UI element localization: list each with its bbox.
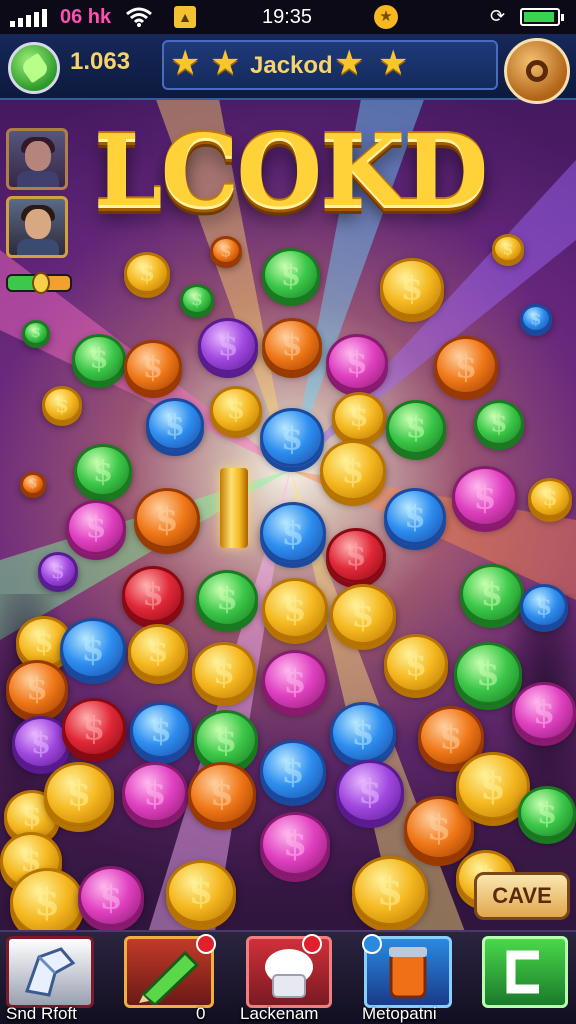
coin-icon: $ (124, 340, 182, 393)
tab-count-pencil: 0 (196, 1004, 206, 1023)
coin-icon: $ (262, 318, 322, 373)
tab-label-chef: Lackenam (240, 1004, 319, 1023)
coin-icon: $ (122, 566, 184, 623)
coin-icon: $ (260, 812, 330, 876)
tab-label-shoe: Snd Rfoft (6, 1004, 77, 1023)
coin-icon: $ (520, 584, 568, 628)
coin-icon: $ (72, 334, 126, 384)
coin-icon: $ (128, 624, 188, 679)
coin-icon: $ (330, 702, 396, 763)
coin-icon: $ (6, 660, 68, 717)
coin-icon: $ (130, 702, 192, 759)
save-button[interactable]: CAVE (474, 872, 570, 920)
coin-icon: $ (520, 304, 552, 333)
wifi-icon (126, 6, 152, 34)
coin-icon: $ (260, 740, 326, 801)
menu-ring-icon[interactable] (504, 38, 570, 104)
coin-icon: $ (134, 488, 200, 549)
top-hud: 1.063 ★ ★ Jackod ★ ★ (0, 34, 576, 104)
exit-icon (506, 950, 539, 994)
level-heart-icon (6, 272, 72, 294)
coin-icon: $ (74, 444, 132, 497)
coin-icon: $ (474, 400, 524, 446)
coin-balance: 1.063 (70, 48, 131, 75)
coin-icon: $ (332, 392, 386, 442)
coin-icon: $ (330, 584, 396, 645)
tab-shoe[interactable] (6, 936, 94, 1008)
coin-icon: $ (352, 856, 428, 926)
coin-icon: $ (326, 528, 386, 583)
coin-icon: $ (384, 488, 446, 545)
signal-icon (10, 9, 47, 27)
coin-icon: $ (460, 564, 524, 623)
coin-icon: $ (78, 866, 144, 927)
notification-badge (302, 934, 322, 954)
player-portrait[interactable] (6, 128, 68, 190)
coin-icon: $ (62, 698, 126, 757)
coin-icon: $ (60, 618, 126, 679)
coin-icon: $ (384, 634, 448, 693)
coin-icon: $ (518, 786, 576, 839)
coin-icon: $ (260, 408, 324, 467)
coin-icon: $ (320, 440, 386, 501)
coin-icon: $ (20, 472, 46, 496)
coin-status-icon: ★ (374, 5, 398, 29)
coin-icon: $ (262, 248, 320, 301)
coin-icon: $ (10, 868, 84, 936)
coin-icon: $ (492, 234, 524, 263)
coin-icon: $ (22, 320, 50, 346)
coin-icon: $ (180, 284, 214, 315)
coin-icon: $ (196, 570, 258, 627)
shoe-icon (24, 947, 76, 997)
tab-label-jar: Metopatni (362, 1004, 437, 1023)
carrier-label: 06 hk (60, 6, 112, 28)
coin-icon: $ (198, 318, 258, 373)
gem-icon[interactable] (8, 42, 60, 94)
jackpot-banner: ★ ★ Jackod ★ ★ (162, 40, 498, 90)
coin-icon: $ (260, 502, 326, 563)
notification-badge (362, 934, 382, 954)
coin-icon: $ (42, 386, 82, 423)
coin-icon: $ (262, 578, 328, 639)
coin-icon: $ (386, 400, 446, 455)
coin-icon: $ (210, 386, 262, 434)
coin-icon: $ (380, 258, 444, 317)
battery-icon (520, 8, 564, 26)
game-stage: 06 hk ▲ 19:35 ★ ⟳ 1.063 ★ ★ Jackod ★ ★ L… (0, 0, 576, 1024)
bottom-bar: Snd Rfoft 0 Lackenam Metopatni (0, 930, 576, 1024)
coin-icon: $ (512, 682, 576, 741)
coin-icon: $ (122, 762, 188, 823)
notification-icon: ▲ (174, 6, 196, 28)
coin-icon: $ (66, 500, 126, 555)
coin-icon: $ (38, 552, 78, 589)
player-avatar[interactable] (6, 196, 68, 258)
tab-exit[interactable] (482, 936, 568, 1008)
game-logo: LCOKD (93, 114, 488, 229)
status-bar: 06 hk ▲ 19:35 ★ ⟳ (0, 0, 576, 34)
status-time: 19:35 (262, 6, 313, 28)
coin-icon: $ (194, 710, 258, 769)
star-icon: ★ (170, 44, 201, 82)
jackpot-title: Jackod (250, 52, 333, 79)
coin-icon: $ (528, 478, 572, 518)
coin-icon: $ (146, 398, 204, 451)
coin-icon: $ (192, 642, 256, 701)
coin-icon: $ (454, 642, 522, 705)
coin-icon: $ (336, 760, 404, 823)
coin-icon: $ (262, 650, 328, 711)
coin-icon: $ (210, 236, 242, 265)
coin-icon: $ (452, 466, 518, 527)
gold-bar-icon (220, 468, 248, 548)
coin-icon: $ (434, 336, 498, 395)
notification-badge (196, 934, 216, 954)
coin-icon: $ (188, 762, 256, 825)
coin-icon: $ (124, 252, 170, 294)
star-icon: ★ (334, 44, 365, 82)
coin-icon: $ (44, 762, 114, 826)
coin-icon: $ (326, 334, 388, 391)
coin-icon: $ (166, 860, 236, 924)
star-icon: ★ (378, 44, 409, 82)
rotation-icon: ⟳ (490, 6, 506, 26)
star-icon: ★ (210, 44, 241, 82)
